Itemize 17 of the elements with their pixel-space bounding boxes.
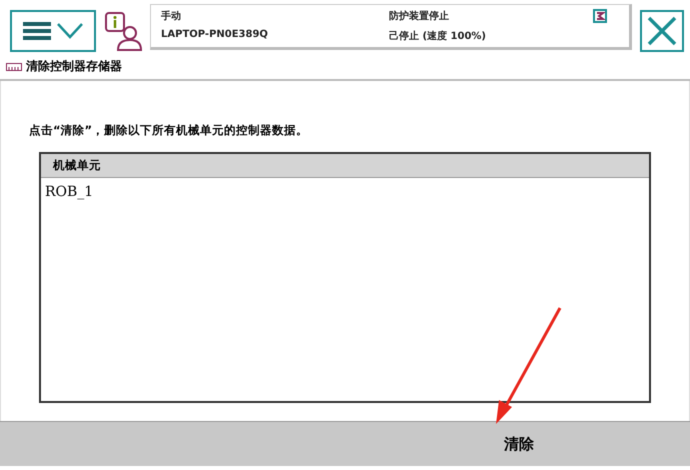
mode-text: 手动 bbox=[161, 10, 182, 23]
controller-name: LAPTOP-PN0E389Q bbox=[161, 29, 269, 42]
column-header: 机械单元 bbox=[41, 154, 649, 178]
info-person-icon[interactable] bbox=[104, 11, 142, 51]
page-title: 清除控制器存储器 bbox=[26, 58, 122, 75]
status-icon bbox=[593, 9, 607, 23]
instruction-text: 点击“清除”，删除以下所有机械单元的控制器数据。 bbox=[29, 123, 310, 138]
clear-button[interactable]: 清除 bbox=[488, 428, 550, 460]
memory-icon bbox=[6, 62, 22, 70]
chevron-down-icon bbox=[57, 23, 83, 39]
close-icon bbox=[647, 16, 677, 46]
menu-button[interactable] bbox=[10, 10, 96, 52]
menu-icon bbox=[23, 20, 51, 42]
safety-text: 防护装置停止 bbox=[389, 9, 450, 23]
close-button[interactable] bbox=[640, 10, 684, 52]
table-row[interactable]: ROB_1 bbox=[41, 178, 649, 206]
state-text: 己停止 (速度 100%) bbox=[389, 29, 487, 43]
